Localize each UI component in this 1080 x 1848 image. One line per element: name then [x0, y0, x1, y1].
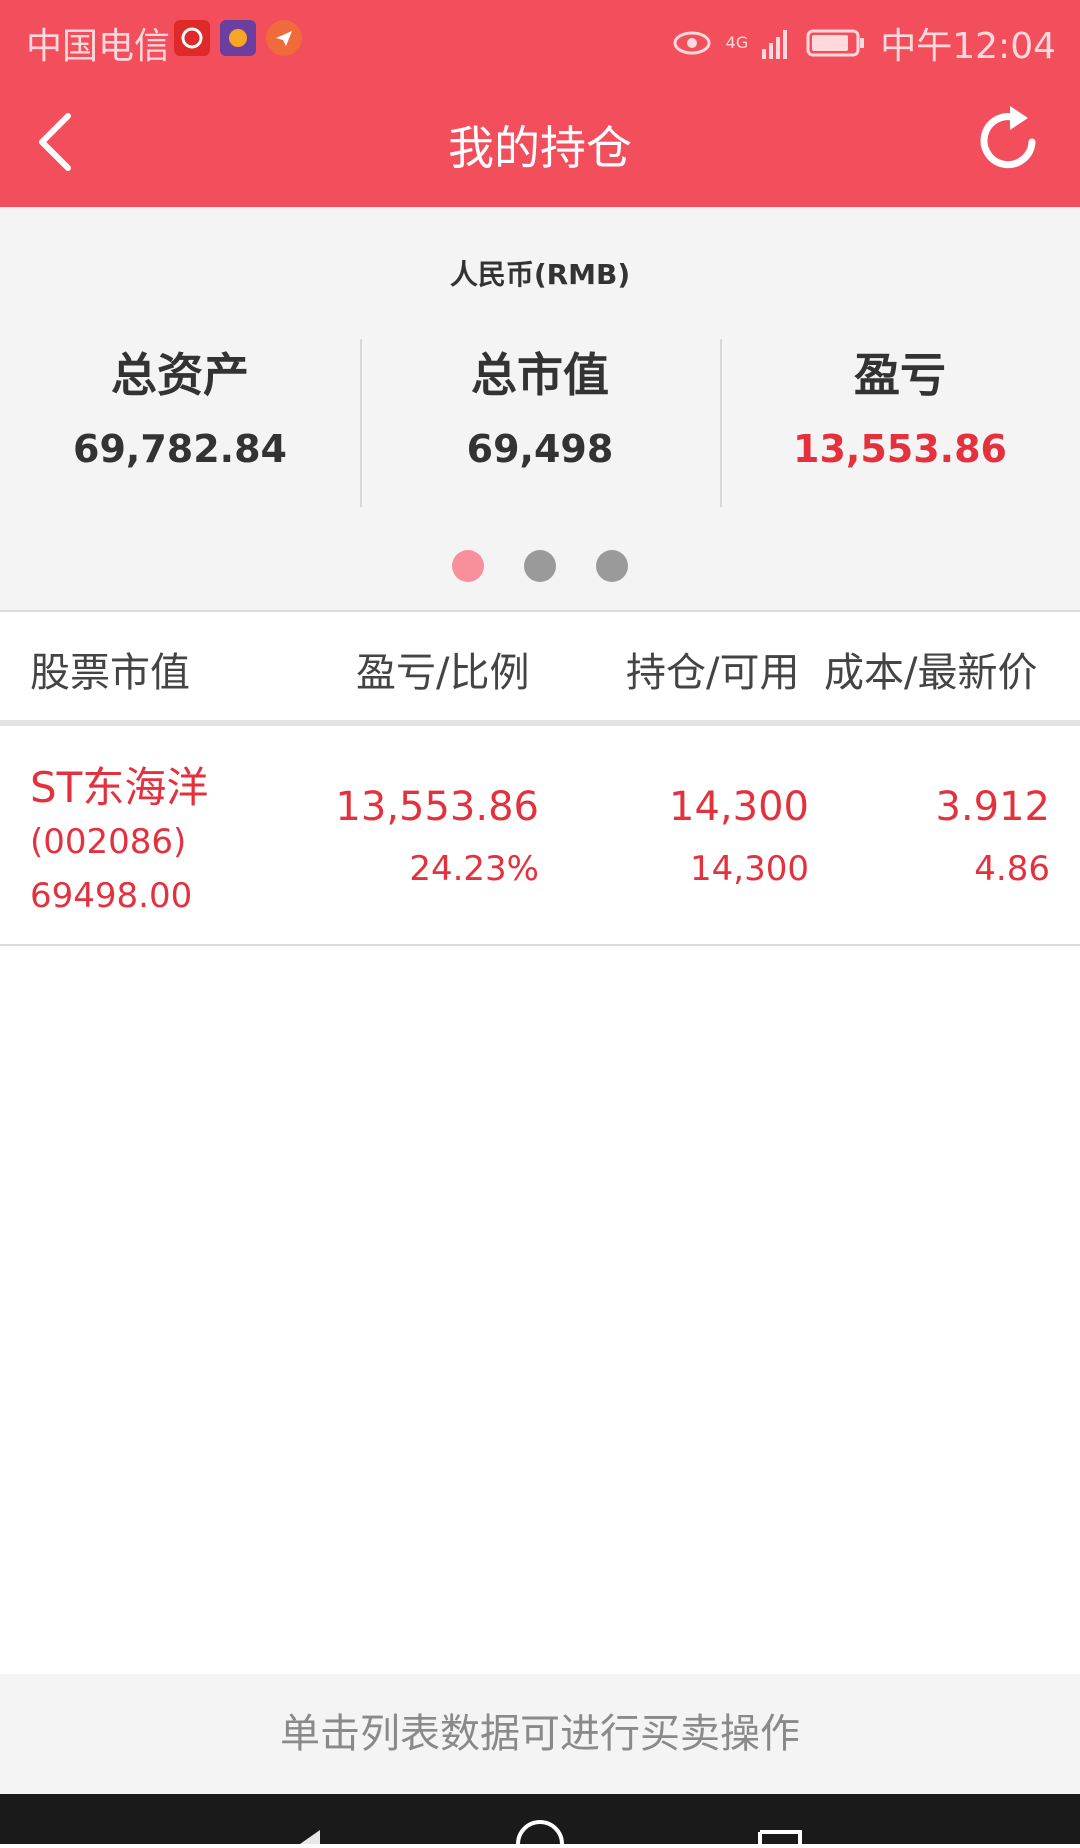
holding-value: 14,300: [669, 784, 809, 830]
stock-market-value: 69498.00: [30, 876, 193, 916]
stock-name: ST东海洋: [30, 763, 209, 812]
eye-icon: [673, 31, 711, 55]
profit-value: 13,553.86: [335, 784, 539, 830]
stat-value: 69,782.84: [73, 427, 287, 471]
column-header-stock: 股票市值: [30, 650, 190, 696]
table-header: 股票市值 盈亏/比例 持仓/可用 成本/最新价: [0, 612, 1080, 720]
page-title: 我的持仓: [448, 121, 632, 175]
currency-label: 人民币(RMB): [449, 258, 631, 291]
latest-price: 4.86: [974, 849, 1050, 889]
clock: 中午12:04: [880, 26, 1056, 67]
stat-total-assets: 总资产 69,782.84: [0, 339, 360, 471]
page-dot[interactable]: [596, 550, 628, 582]
battery-icon: [806, 29, 865, 57]
stock-code: (002086): [30, 822, 187, 862]
sync-app-icon: [174, 20, 210, 56]
browser-app-icon: [220, 20, 256, 56]
cost-price: 3.912: [935, 784, 1050, 830]
divider: [0, 944, 1080, 946]
page-dot-active[interactable]: [452, 550, 484, 582]
stat-label: 盈亏: [854, 348, 946, 402]
system-nav-bar: [0, 1794, 1080, 1845]
status-bar: 中国电信 4G 中午12:04: [0, 0, 1080, 76]
stat-label: 总市值: [471, 348, 609, 402]
page-indicator: [0, 550, 1080, 582]
stat-value: 69,498: [466, 427, 614, 471]
column-header-holding: 持仓/可用: [626, 650, 800, 696]
stat-value: 13,553.86: [793, 427, 1007, 471]
asset-summary[interactable]: 人民币(RMB) 总资产 69,782.84 总市值 69,498 盈亏 13,…: [0, 207, 1080, 610]
column-header-price: 成本/最新价: [824, 650, 1038, 696]
available-value: 14,300: [690, 849, 809, 889]
stat-label: 总资产: [111, 348, 249, 402]
system-nav-icons: [300, 1820, 802, 1845]
send-app-icon: [266, 20, 302, 56]
network-type-label: 4G: [725, 33, 749, 52]
stat-total-market-value: 总市值 69,498: [360, 339, 720, 471]
stat-profit-loss: 盈亏 13,553.86: [720, 339, 1080, 471]
nav-bar: 我的持仓: [0, 76, 1080, 207]
profit-ratio: 24.23%: [409, 849, 539, 889]
carrier-label: 中国电信: [26, 26, 171, 67]
status-right: 4G 中午12:04: [672, 17, 1056, 69]
refresh-button[interactable]: [976, 102, 1044, 176]
notification-icons: [174, 20, 302, 56]
footer-hint: 单击列表数据可进行买卖操作: [0, 1674, 1080, 1794]
page-dot[interactable]: [524, 550, 556, 582]
column-header-profit: 盈亏/比例: [356, 650, 530, 696]
table-row[interactable]: ST东海洋 (002086) 69498.00 13,553.86 24.23%…: [0, 726, 1080, 944]
signal-icon: [762, 30, 788, 59]
